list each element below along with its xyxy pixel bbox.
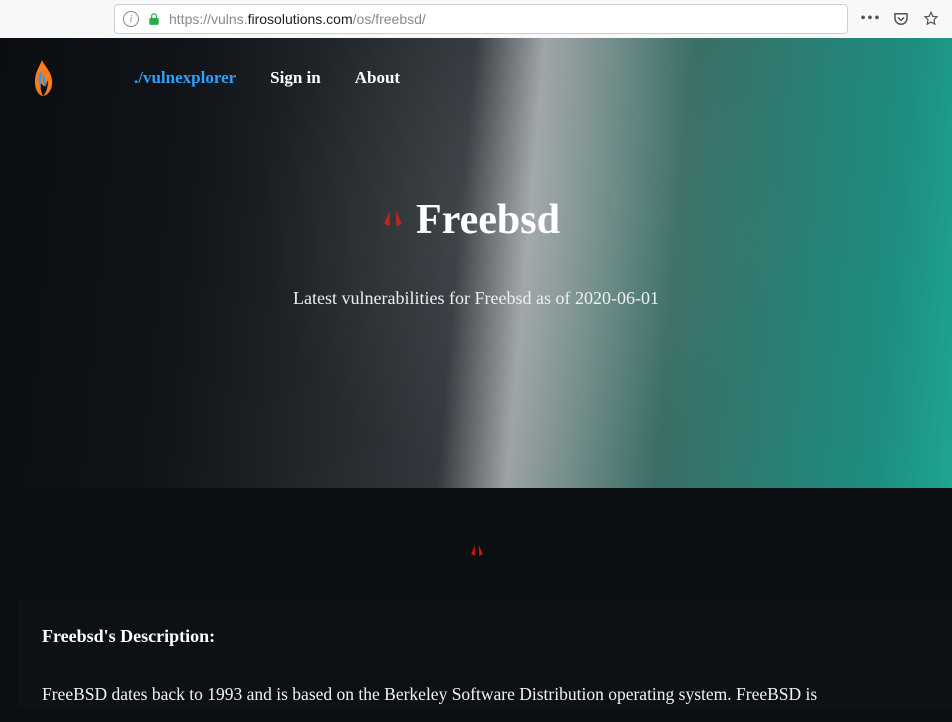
browser-url-bar: i https://vulns.firosolutions.com/os/fre… [0, 0, 952, 38]
toolbar-icons: ••• [854, 10, 948, 28]
pocket-icon[interactable] [892, 10, 910, 28]
nav-link-vulnexplorer[interactable]: ./vulnexplorer [134, 68, 236, 88]
description-heading: Freebsd's Description: [42, 626, 928, 647]
description-section: Freebsd's Description: FreeBSD dates bac… [0, 488, 952, 708]
page-title-row: Freebsd [392, 196, 560, 244]
lock-icon [147, 12, 161, 26]
description-body: FreeBSD dates back to 1993 and is based … [42, 681, 928, 708]
site-info-icon[interactable]: i [123, 11, 139, 27]
site-logo-icon[interactable] [26, 58, 60, 98]
page-title: Freebsd [416, 196, 560, 244]
top-nav: ./vulnexplorer Sign in About [0, 38, 952, 118]
page-actions-icon[interactable]: ••• [862, 10, 880, 28]
hero-section: ./vulnexplorer Sign in About Freebsd Lat… [0, 38, 952, 488]
page-subtitle: Latest vulnerabilities for Freebsd as of… [0, 288, 952, 309]
url-text: https://vulns.firosolutions.com/os/freeb… [169, 11, 831, 27]
nav-link-about[interactable]: About [355, 68, 400, 88]
nav-link-signin[interactable]: Sign in [270, 68, 321, 88]
url-input[interactable]: i https://vulns.firosolutions.com/os/fre… [114, 4, 848, 34]
description-card: Freebsd's Description: FreeBSD dates bac… [18, 600, 952, 708]
bookmark-star-icon[interactable] [922, 10, 940, 28]
